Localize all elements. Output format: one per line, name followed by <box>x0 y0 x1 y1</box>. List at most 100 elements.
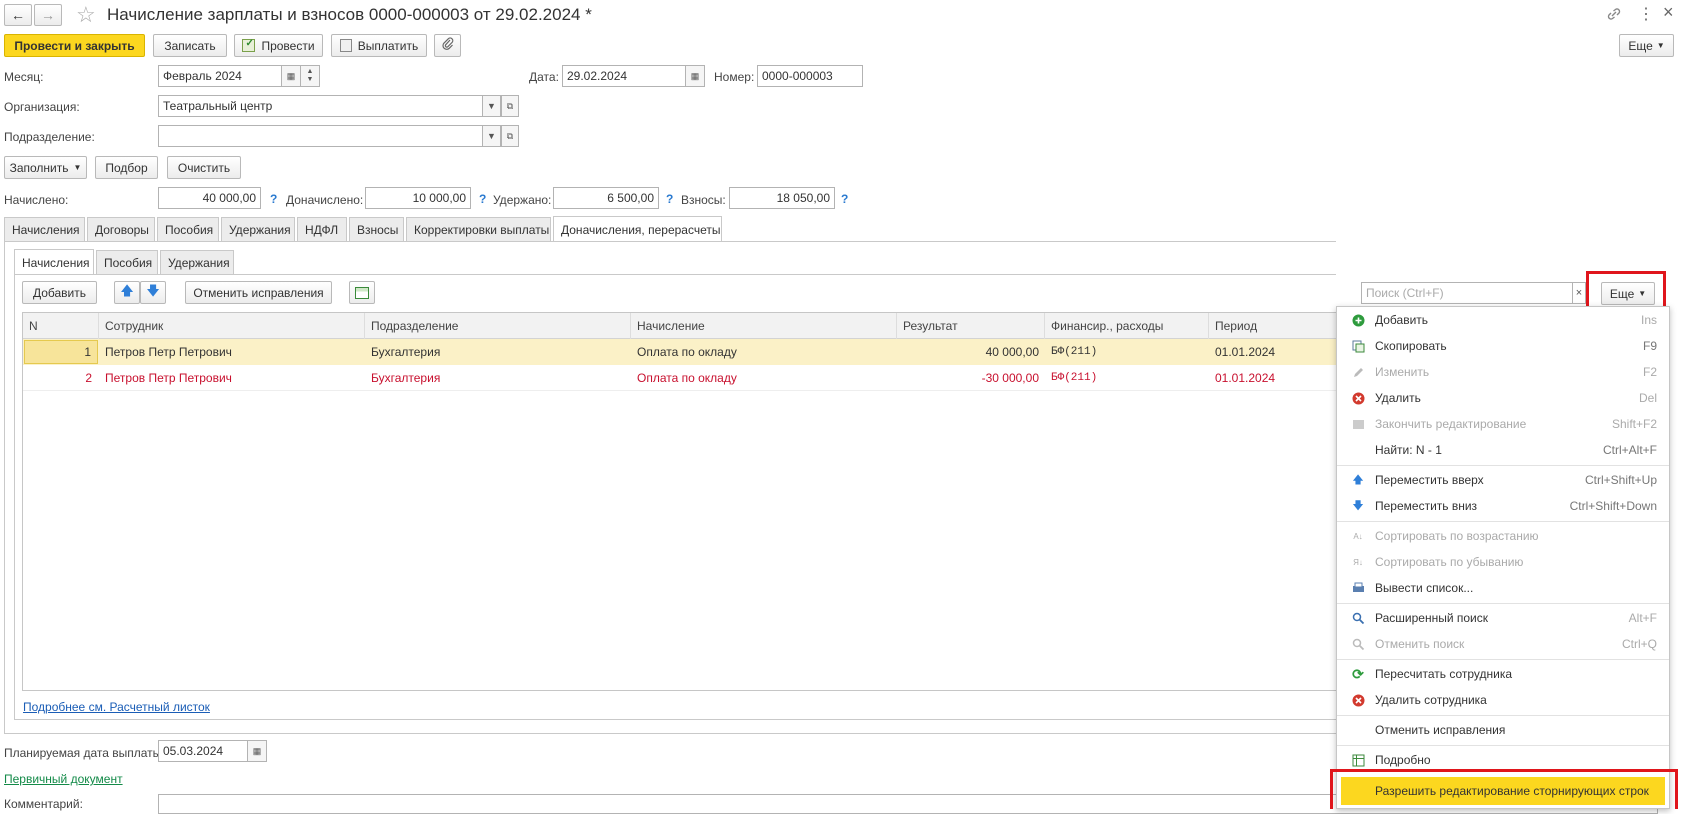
menu-item-recalculate-employee[interactable]: ⟳ Пересчитать сотрудника <box>1337 661 1669 687</box>
pay-button[interactable]: Выплатить <box>331 34 427 57</box>
tab-accruals[interactable]: Начисления <box>4 217 85 241</box>
column-header-employee[interactable]: Сотрудник <box>99 313 365 339</box>
menu-item-shortcut: Ins <box>1640 313 1657 327</box>
cell-period[interactable]: 01.01.2024 <box>1209 366 1337 390</box>
back-button[interactable]: ← <box>4 4 32 26</box>
number-field[interactable]: 0000-000003 <box>757 65 863 87</box>
favorite-star-icon[interactable]: ☆ <box>76 2 96 28</box>
menu-item-move-up[interactable]: 🡅 Переместить вверх Ctrl+Shift+Up <box>1337 467 1669 493</box>
column-header-period[interactable]: Период <box>1209 313 1337 339</box>
tab-ndfl[interactable]: НДФЛ <box>297 217 347 241</box>
primary-document-link[interactable]: Первичный документ <box>4 772 123 786</box>
menu-item-delete-employee[interactable]: Удалить сотрудника <box>1337 687 1669 713</box>
table-row[interactable]: 2 Петров Петр Петрович Бухгалтерия Оплат… <box>23 365 1337 391</box>
column-header-finance[interactable]: Финансир., расходы <box>1045 313 1209 339</box>
more-vertical-icon[interactable]: ⋮ <box>1638 4 1654 24</box>
cell-n[interactable]: 1 <box>24 340 98 364</box>
arrow-down-icon: 🡇 <box>1352 499 1364 512</box>
date-calendar-button[interactable]: ▦ <box>686 65 705 87</box>
menu-item-advanced-search[interactable]: Расширенный поиск Alt+F <box>1337 605 1669 631</box>
subtab-accruals[interactable]: Начисления <box>14 249 94 275</box>
cell-employee[interactable]: Петров Петр Петрович <box>99 340 365 364</box>
post-and-close-button[interactable]: Провести и закрыть <box>4 34 145 57</box>
table-row[interactable]: 1 Петров Петр Петрович Бухгалтерия Оплат… <box>23 339 1337 365</box>
tab-payment-corrections[interactable]: Корректировки выплаты <box>406 217 551 241</box>
cell-period[interactable]: 01.01.2024 <box>1209 340 1337 364</box>
cell-department[interactable]: Бухгалтерия <box>365 340 631 364</box>
column-header-accrual[interactable]: Начисление <box>631 313 897 339</box>
tab-benefits[interactable]: Пособия <box>157 217 219 241</box>
table-search-input[interactable]: Поиск (Ctrl+F) <box>1361 282 1573 304</box>
clear-button[interactable]: Очистить <box>167 156 241 179</box>
column-header-result[interactable]: Результат <box>897 313 1045 339</box>
fill-button[interactable]: Заполнить ▼ <box>4 156 87 179</box>
cancel-corrections-button[interactable]: Отменить исправления <box>185 281 332 304</box>
cell-employee[interactable]: Петров Петр Петрович <box>99 366 365 390</box>
cell-result[interactable]: 40 000,00 <box>897 340 1045 364</box>
accrued-help-icon[interactable]: ? <box>270 192 277 206</box>
payslip-link[interactable]: Подробнее см. Расчетный листок <box>23 700 210 714</box>
subtab-deductions[interactable]: Удержания <box>160 250 234 274</box>
date-field[interactable]: 29.02.2024 <box>562 65 686 87</box>
select-button[interactable]: Подбор <box>95 156 158 179</box>
pay-date-calendar-button[interactable]: ▦ <box>248 740 267 762</box>
move-down-button[interactable]: 🡇 <box>140 281 166 304</box>
chevron-down-icon: ▼ <box>487 131 496 141</box>
menu-item-cancel-search[interactable]: Отменить поиск Ctrl+Q <box>1337 631 1669 657</box>
table-add-icon <box>355 286 369 299</box>
month-stepper[interactable]: ▲ ▼ <box>301 65 320 87</box>
search-clear-button[interactable]: × <box>1573 282 1586 304</box>
month-calendar-button[interactable]: ▦ <box>282 65 301 87</box>
pay-date-field[interactable]: 05.03.2024 <box>158 740 248 762</box>
department-field[interactable] <box>158 125 483 147</box>
cell-n[interactable]: 2 <box>24 366 98 390</box>
organization-field[interactable]: Театральный центр <box>158 95 483 117</box>
menu-item-edit[interactable]: Изменить F2 <box>1337 359 1669 385</box>
close-icon: × <box>1575 287 1583 299</box>
cell-finance[interactable]: БФ(211) <box>1045 366 1209 390</box>
close-icon[interactable]: × <box>1663 2 1674 23</box>
cell-result[interactable]: -30 000,00 <box>897 366 1045 390</box>
attach-button[interactable] <box>434 34 461 57</box>
month-field[interactable]: Февраль 2024 <box>158 65 282 87</box>
save-button[interactable]: Записать <box>153 34 227 57</box>
move-up-button[interactable]: 🡅 <box>114 281 140 304</box>
tab-recalculations[interactable]: Доначисления, перерасчеты <box>553 216 722 242</box>
menu-item-output-list[interactable]: Вывести список... <box>1337 575 1669 601</box>
subtab-benefits[interactable]: Пособия <box>96 250 158 274</box>
cell-accrual[interactable]: Оплата по окладу <box>631 340 897 364</box>
department-dropdown-button[interactable]: ▼ <box>483 125 501 147</box>
sort-descending-icon: Я↓ <box>1353 557 1363 567</box>
link-icon[interactable] <box>1606 6 1622 25</box>
magnifier-icon <box>1351 611 1365 625</box>
add-row-button[interactable]: Добавить <box>22 281 97 304</box>
menu-item-sort-desc[interactable]: Я↓ Сортировать по убыванию <box>1337 549 1669 575</box>
table-settings-button[interactable] <box>349 281 375 304</box>
menu-item-finish-editing[interactable]: Закончить редактирование Shift+F2 <box>1337 411 1669 437</box>
contributions-help-icon[interactable]: ? <box>841 192 848 206</box>
forward-button[interactable]: → <box>34 4 62 26</box>
cell-department[interactable]: Бухгалтерия <box>365 366 631 390</box>
menu-item-move-down[interactable]: 🡇 Переместить вниз Ctrl+Shift+Down <box>1337 493 1669 519</box>
menu-item-sort-asc[interactable]: A↓ Сортировать по возрастанию <box>1337 523 1669 549</box>
tab-contributions[interactable]: Взносы <box>349 217 404 241</box>
menu-item-find[interactable]: Найти: N - 1 Ctrl+Alt+F <box>1337 437 1669 463</box>
cell-finance[interactable]: БФ(211) <box>1045 340 1209 364</box>
menu-item-cancel-corrections[interactable]: Отменить исправления <box>1337 717 1669 743</box>
withheld-help-icon[interactable]: ? <box>666 192 673 206</box>
column-header-n[interactable]: N <box>23 313 99 339</box>
column-header-department[interactable]: Подразделение <box>365 313 631 339</box>
tab-contracts[interactable]: Договоры <box>87 217 155 241</box>
copy-icon <box>1351 339 1365 353</box>
organization-dropdown-button[interactable]: ▼ <box>483 95 501 117</box>
menu-item-add[interactable]: Добавить Ins <box>1337 307 1669 333</box>
tab-deductions[interactable]: Удержания <box>221 217 295 241</box>
organization-open-button[interactable]: ⧉ <box>501 95 519 117</box>
department-open-button[interactable]: ⧉ <box>501 125 519 147</box>
extra-help-icon[interactable]: ? <box>479 192 486 206</box>
menu-item-copy[interactable]: Скопировать F9 <box>1337 333 1669 359</box>
cell-accrual[interactable]: Оплата по окладу <box>631 366 897 390</box>
post-button[interactable]: ✓ Провести <box>234 34 323 57</box>
toolbar-more-button[interactable]: Еще ▼ <box>1619 34 1674 57</box>
menu-item-delete[interactable]: Удалить Del <box>1337 385 1669 411</box>
